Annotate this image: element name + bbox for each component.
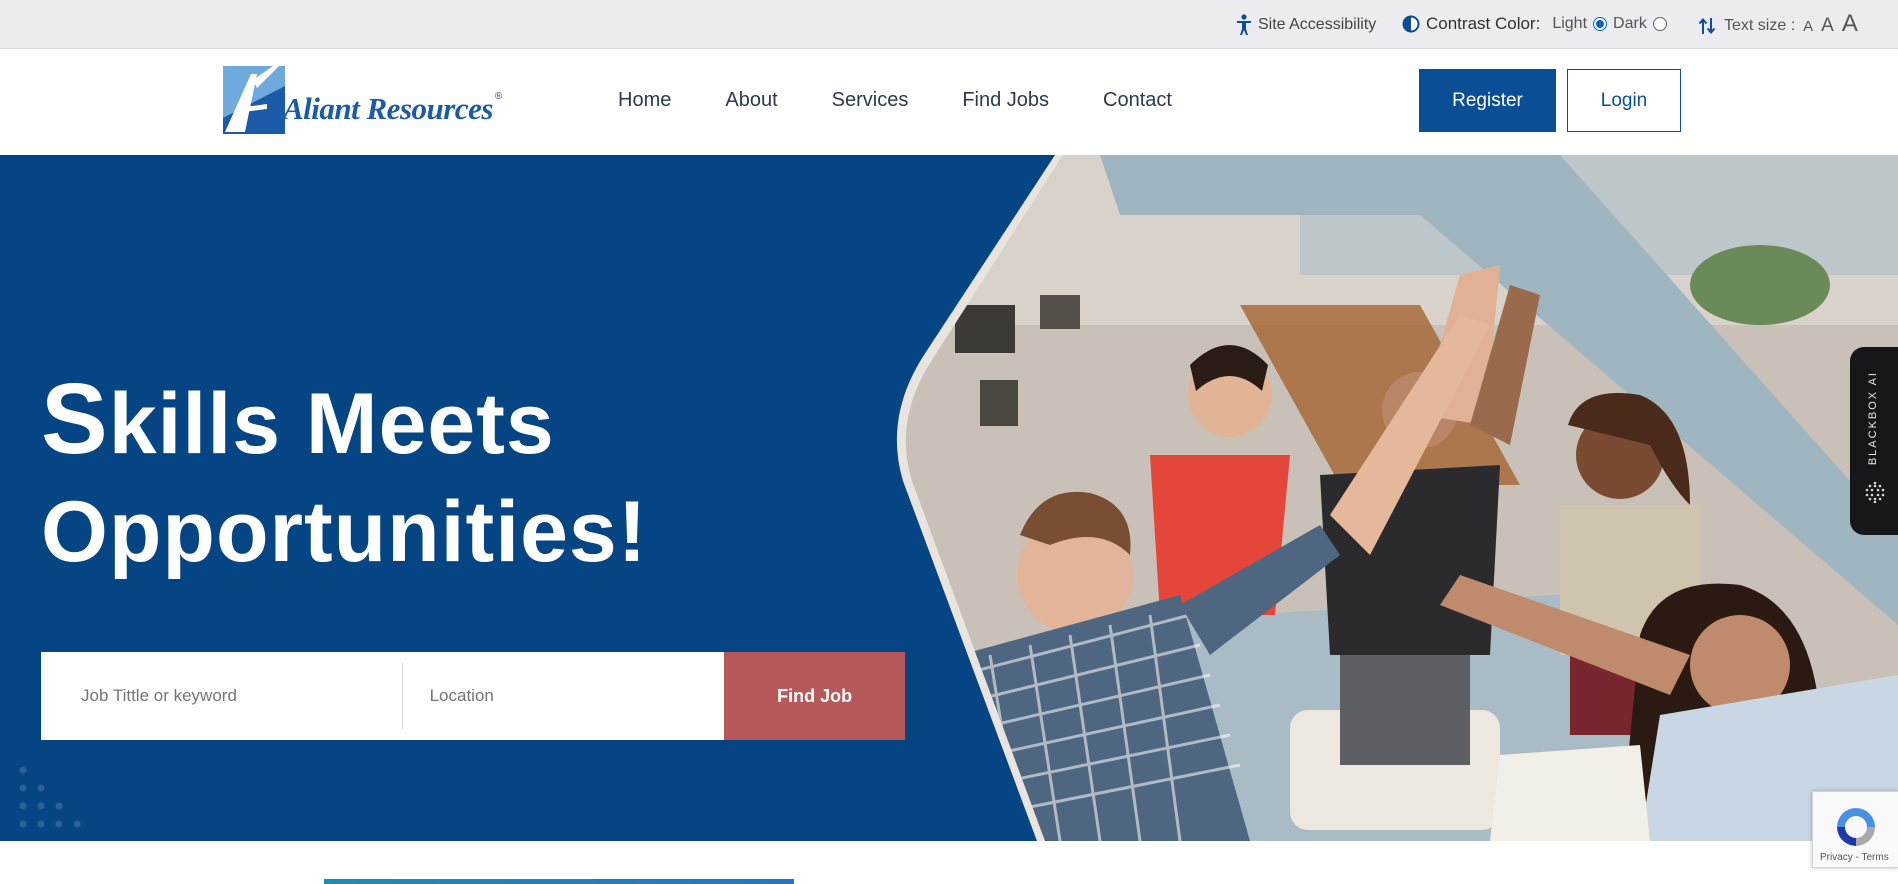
contrast-light-radio[interactable] <box>1593 17 1608 31</box>
hero-title-initial: S <box>41 363 109 475</box>
text-size-large-button[interactable]: A <box>1842 10 1858 38</box>
location-input[interactable] <box>402 652 725 740</box>
contrast-dark-label: Dark <box>1613 15 1647 32</box>
blackbox-ai-label: BLACKBOX AI <box>1867 371 1879 466</box>
job-keyword-input[interactable] <box>41 652 402 740</box>
hero-title-line2: Opportunities! <box>41 484 648 580</box>
text-size-control: Text size : A A A <box>1698 10 1858 38</box>
brand-logo[interactable]: Aliant Resources ® <box>223 65 533 139</box>
hero-title: Skills Meets Opportunities! <box>41 365 647 586</box>
blackbox-logo-icon <box>1865 481 1885 503</box>
logo-text: Aliant Resources <box>283 91 493 126</box>
site-header: Aliant Resources ® Home About Services F… <box>0 49 1898 155</box>
accessibility-person-icon <box>1236 14 1252 36</box>
contrast-color-control: Contrast Color: Light Dark <box>1402 14 1673 34</box>
login-button[interactable]: Login <box>1567 69 1681 132</box>
contrast-light-label: Light <box>1552 15 1588 32</box>
site-accessibility-link[interactable]: Site Accessibility <box>1236 14 1376 36</box>
contrast-color-label: Contrast Color: <box>1426 14 1541 33</box>
utility-bar: Site Accessibility Contrast Color: Light… <box>0 0 1898 49</box>
section-accent-line <box>324 879 794 884</box>
contrast-dark-radio[interactable] <box>1652 17 1667 31</box>
logo-mark-icon <box>223 65 285 139</box>
nav-find-jobs[interactable]: Find Jobs <box>962 89 1049 112</box>
text-size-arrows-icon <box>1698 16 1716 36</box>
nav-services[interactable]: Services <box>832 89 909 112</box>
recaptcha-badge[interactable]: Privacy - Terms <box>1812 791 1898 868</box>
contrast-half-circle-icon <box>1402 15 1420 33</box>
registered-mark: ® <box>494 90 503 102</box>
find-job-button[interactable]: Find Job <box>724 652 905 740</box>
nav-home[interactable]: Home <box>618 89 671 112</box>
blackbox-ai-widget[interactable]: BLACKBOX AI <box>1850 347 1898 535</box>
hero-title-line1: kills Meets <box>108 376 555 472</box>
recaptcha-icon <box>1837 808 1875 846</box>
site-accessibility-label: Site Accessibility <box>1258 16 1377 33</box>
hero-section: Skills Meets Opportunities! Find Job <box>0 155 1898 841</box>
text-size-label: Text size : <box>1724 17 1796 34</box>
recaptcha-privacy-terms[interactable]: Privacy - Terms <box>1820 852 1889 863</box>
job-search-bar: Find Job <box>41 652 905 740</box>
register-button[interactable]: Register <box>1419 69 1556 132</box>
nav-contact[interactable]: Contact <box>1103 89 1172 112</box>
decorative-dot-grid <box>19 766 81 828</box>
text-size-medium-button[interactable]: A <box>1821 15 1834 37</box>
nav-about[interactable]: About <box>725 89 777 112</box>
main-nav: Home About Services Find Jobs Contact <box>618 89 1226 112</box>
text-size-small-button[interactable]: A <box>1803 18 1813 35</box>
